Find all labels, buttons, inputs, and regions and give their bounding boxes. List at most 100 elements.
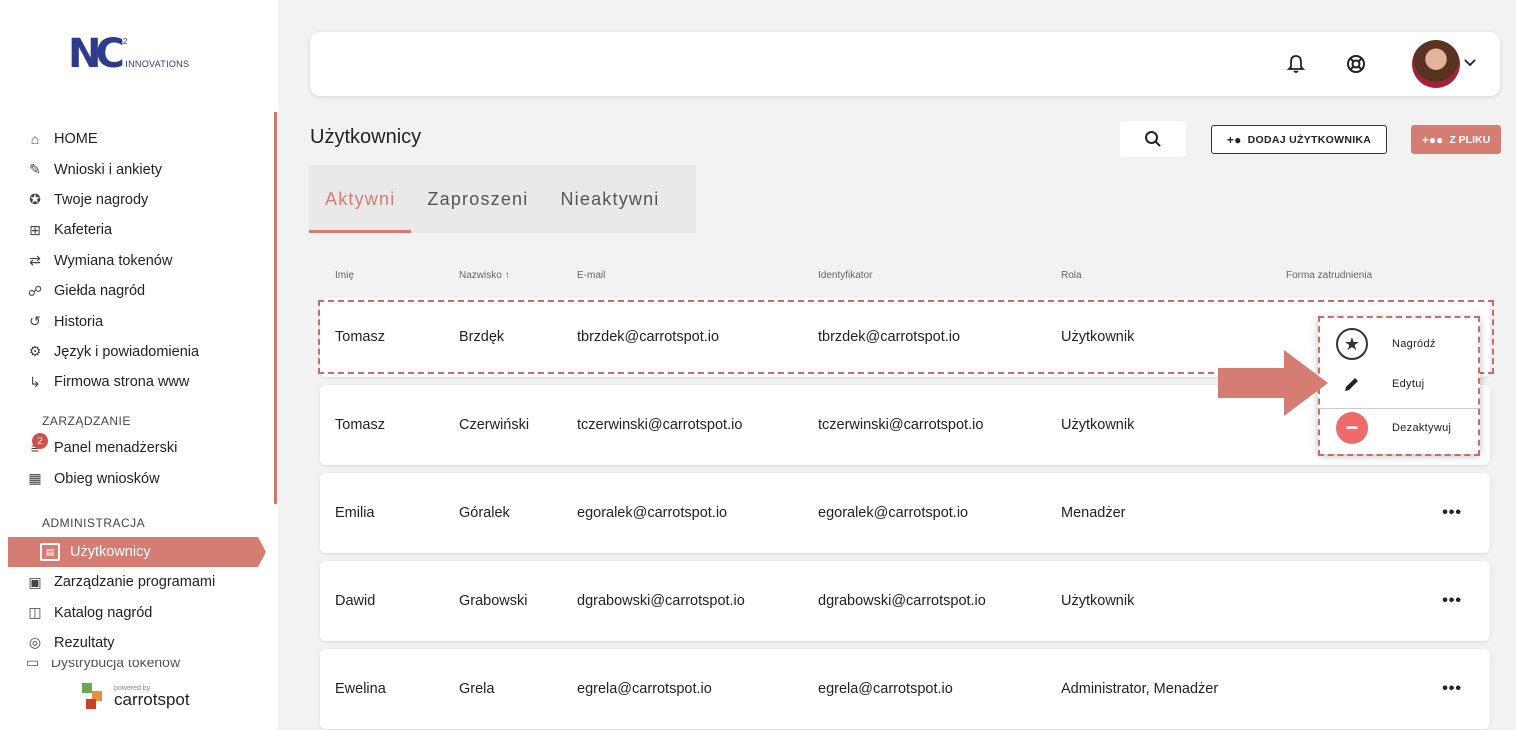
sidebar-item-token-distribution[interactable]: ▭ Dystrybucja tokenów [26, 660, 256, 672]
table-row[interactable]: Dawid Grabowski dgrabowski@carrotspot.io… [320, 561, 1490, 641]
chevron-down-icon[interactable] [1464, 54, 1476, 70]
sidebar-item-giełda-nagród[interactable]: ☍ Giełda nagród [26, 276, 274, 306]
cell-email: tczerwinski@carrotspot.io [577, 417, 743, 433]
sidebar-item-label: Język i powiadomienia [54, 343, 200, 360]
sidebar-item-język-i-powiadomienia[interactable]: ⚙ Język i powiadomienia [26, 337, 274, 367]
carrotspot-logo-icon [82, 683, 108, 709]
workflow-icon: ▦ [28, 470, 42, 487]
cell-email: egoralek@carrotspot.io [577, 505, 728, 521]
section-label-management: ZARZĄDZANIE [42, 414, 131, 428]
program-folder-icon: ▣ [28, 573, 42, 590]
sidebar-item-historia[interactable]: ↺ Historia [26, 306, 274, 336]
pointer-arrow-annotation [1218, 350, 1328, 416]
form-edit-icon: ✎ [29, 161, 41, 178]
sidebar-item-home[interactable]: ⌂ HOME [26, 124, 274, 154]
bell-icon[interactable] [1284, 52, 1308, 76]
cell-last-name: Grabowski [459, 593, 528, 609]
subdirectory-arrow-icon: ↳ [29, 373, 41, 390]
sidebar-item-label: Katalog nagród [54, 604, 153, 621]
home-icon: ⌂ [30, 131, 40, 148]
cell-last-name: Góralek [459, 505, 510, 521]
import-from-file-label: Z PLIKU [1449, 133, 1491, 146]
id-card-icon: ▤ [40, 543, 60, 561]
sidebar-item-users[interactable]: ▤ Użytkownicy [8, 537, 266, 567]
store-icon: ⊞ [29, 221, 41, 238]
shopping-bag-icon: ◫ [28, 604, 42, 621]
sidebar-nav-main: ⌂ HOME ✎ Wnioski i ankiety ✪ Twoje nagrody ⊞ Ka… [26, 124, 274, 398]
tab-inactive[interactable]: Nieaktywni [544, 165, 675, 233]
sidebar-item-label: Zarządzanie programami [54, 574, 216, 591]
handshake-icon: ☍ [27, 282, 43, 299]
cell-role: Administrator, Menadżer [1061, 681, 1219, 697]
sidebar-item-kafeteria[interactable]: ⊞ Kafeteria [26, 215, 274, 245]
add-person-icon: +● [1226, 132, 1242, 147]
column-header-first-name[interactable]: Imię [335, 270, 354, 281]
tab-invited[interactable]: Zaproszeni [411, 165, 544, 233]
column-header-email[interactable]: E-mail [577, 270, 605, 281]
tab-active[interactable]: Aktywni [309, 165, 412, 233]
powered-by-logo: powered by carrotspot [82, 683, 190, 709]
sidebar-item-rezultaty[interactable]: ◎ Rezultaty [26, 628, 274, 658]
table-row[interactable]: Ewelina Grela egrela@carrotspot.io egrel… [320, 649, 1490, 729]
logo-superscript: 2 [122, 37, 128, 46]
sidebar-item-twoje-nagrody[interactable]: ✪ Twoje nagrody [26, 185, 274, 215]
top-bar [310, 32, 1500, 96]
cell-role: Użytkownik [1061, 417, 1135, 433]
target-icon: ◎ [28, 634, 42, 651]
brand-name: carrotspot [114, 689, 190, 709]
cell-first-name: Ewelina [335, 681, 386, 697]
avatar[interactable] [1412, 40, 1460, 88]
row-more-actions-button[interactable]: ••• [1442, 561, 1462, 641]
logo-mark: NC [68, 31, 125, 77]
add-user-button[interactable]: +● DODAJ UŻYTKOWNIKA [1211, 125, 1387, 154]
sidebar-item-katalog-nagród[interactable]: ◫ Katalog nagród [26, 597, 274, 627]
help-lifebuoy-icon[interactable] [1344, 52, 1368, 76]
cell-last-name: Czerwiński [459, 417, 530, 433]
sidebar-item-panel-menadżerski[interactable]: ≡ Panel menadżerski [26, 433, 274, 463]
page-title: Użytkownicy [310, 126, 422, 148]
cell-last-name: Grela [459, 681, 495, 697]
sidebar-scrollbar[interactable] [274, 112, 277, 504]
sidebar-item-label: Firmowa strona www [54, 374, 190, 391]
column-header-identifier[interactable]: Identyfikator [818, 270, 872, 281]
notification-badge: 2 [32, 433, 48, 449]
cell-email: dgrabowski@carrotspot.io [577, 593, 745, 609]
row-more-actions-button[interactable]: ••• [1442, 473, 1462, 553]
sidebar-item-obieg-wniosków[interactable]: ▦ 2 Obieg wniosków [26, 433, 274, 493]
sidebar-item-wnioski-i-ankiety[interactable]: ✎ Wnioski i ankiety [26, 154, 274, 184]
sidebar-nav-management: ≡ Panel menadżerski ▦ 2 Obieg wniosków [26, 433, 274, 494]
menu-highlight-annotation [1318, 316, 1480, 456]
sidebar-item-label: Wymiana tokenów [54, 252, 173, 269]
row-more-actions-button[interactable]: ••• [1442, 649, 1462, 729]
cell-role: Użytkownik [1061, 593, 1135, 609]
search-button[interactable] [1120, 121, 1186, 157]
sidebar-item-label: Wnioski i ankiety [54, 161, 162, 178]
sidebar-item-label: Użytkownicy [70, 544, 151, 560]
add-group-icon: +●● [1421, 132, 1444, 147]
cell-first-name: Dawid [335, 593, 376, 609]
medal-icon: ✪ [29, 191, 41, 208]
column-header-last-name[interactable]: Nazwisko ↑ [459, 270, 510, 281]
sidebar-item-label: Panel menadżerski [54, 440, 178, 457]
gear-icon: ⚙ [28, 343, 42, 360]
sidebar-item-wymiana-tokenów[interactable]: ⇄ Wymiana tokenów [26, 246, 274, 276]
table-row[interactable]: Emilia Góralek egoralek@carrotspot.io eg… [320, 473, 1490, 553]
sidebar: NC 2 INNOVATIONS ⌂ HOME ✎ Wnioski i ankiety… [0, 0, 278, 730]
history-icon: ↺ [29, 313, 41, 330]
company-logo[interactable]: NC 2 INNOVATIONS [68, 31, 189, 77]
import-from-file-button[interactable]: +●● Z PLIKU [1411, 125, 1501, 154]
sidebar-item-zarządzanie-programami[interactable]: ▣ Zarządzanie programami [26, 567, 274, 597]
sidebar-item-firmowa-strona-www[interactable]: ↳ Firmowa strona www [26, 367, 274, 397]
sidebar-item-label: Historia [54, 313, 104, 330]
sidebar-item-label: Rezultaty [54, 634, 115, 651]
user-status-tabs: Aktywni Zaproszeni Nieaktywni [309, 165, 696, 233]
sidebar-item-label: Obieg wniosków [54, 470, 160, 487]
sidebar-item-label: Kafeteria [54, 222, 113, 239]
column-header-role[interactable]: Rola [1061, 270, 1082, 281]
cell-first-name: Emilia [335, 505, 375, 521]
column-header-employment[interactable]: Forma zatrudnienia [1286, 270, 1372, 281]
cell-role: Menadżer [1061, 505, 1126, 521]
sidebar-item-label: Twoje nagrody [54, 191, 149, 208]
main-content: Użytkownicy +● DODAJ UŻYTKOWNIKA +●● Z P… [278, 0, 1516, 730]
sidebar-nav-admin: ▣ Zarządzanie programami ◫ Katalog nagród ◎ R… [26, 567, 274, 658]
